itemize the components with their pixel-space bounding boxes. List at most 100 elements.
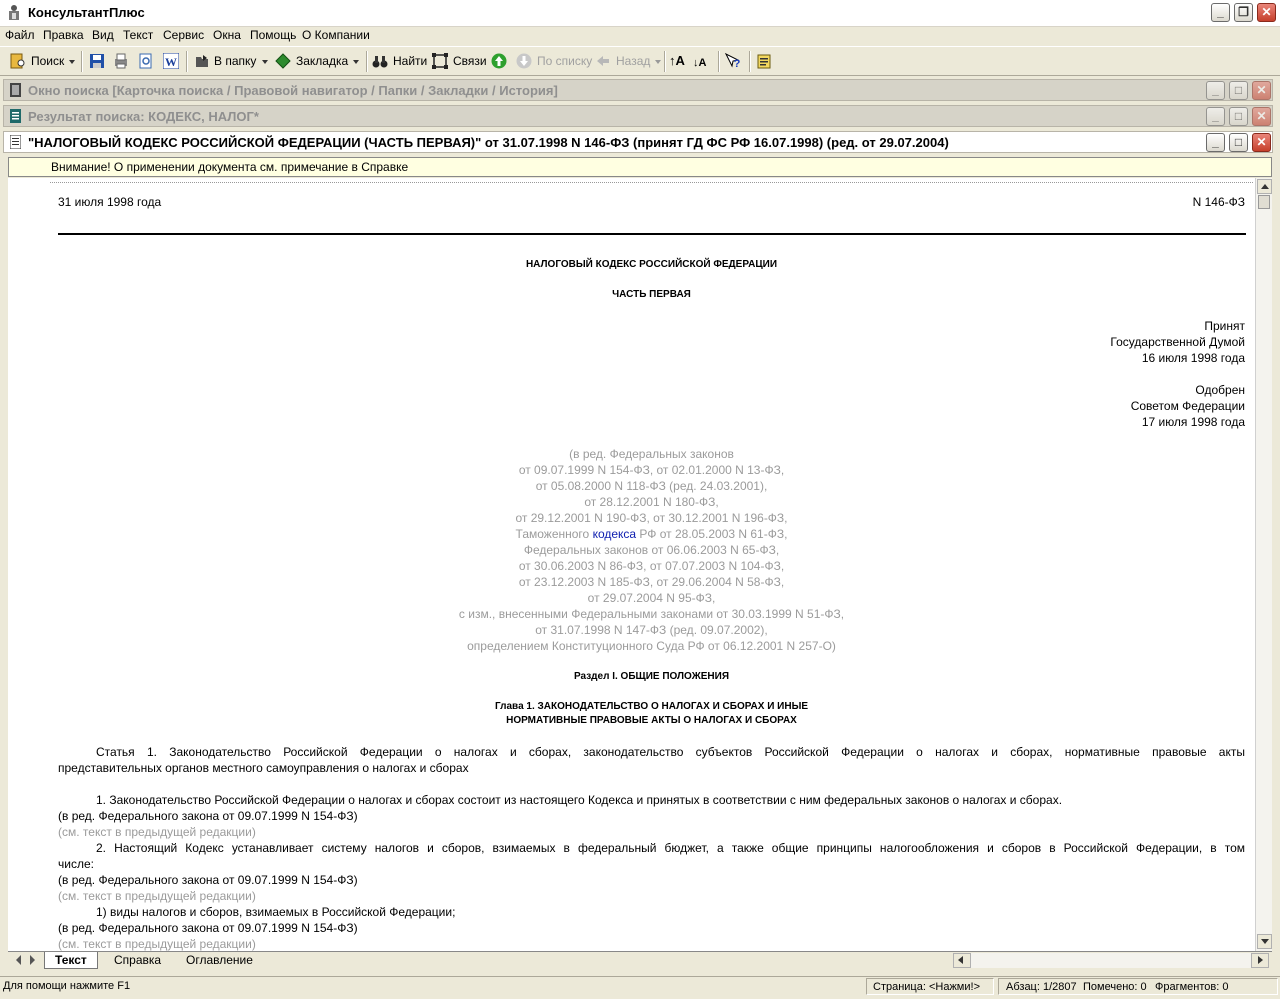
document-icon [10, 135, 21, 149]
horizontal-scrollbar[interactable] [971, 953, 1251, 968]
doc-title: НАЛОГОВЫЙ КОДЕКС РОССИЙСКОЙ ФЕДЕРАЦИИ [525, 259, 778, 270]
toolbar-separator [664, 51, 666, 72]
search-button[interactable]: Поиск [31, 52, 64, 70]
search-window-maximize[interactable]: □ [1229, 81, 1248, 100]
edition-line: определением Конституционного Суда РФ от… [467, 639, 836, 653]
menu-text[interactable]: Текст [123, 28, 153, 42]
accepted-line: Государственной Думой [1110, 335, 1245, 349]
bookmark-button[interactable]: Закладка [296, 52, 348, 70]
scroll-thumb[interactable] [1258, 195, 1270, 209]
document-titlebar[interactable]: "НАЛОГОВЫЙ КОДЕКС РОССИЙСКОЙ ФЕДЕРАЦИИ (… [3, 131, 1273, 153]
tab-reference[interactable]: Справка [104, 952, 171, 968]
status-counts-box: Абзац: 1/2807 Помечено: 0 Фрагментов: 0 [998, 978, 1278, 995]
search-result-titlebar[interactable]: Результат поиска: КОДЕКС, НАЛОГ* _ □ ✕ [3, 105, 1273, 127]
edition-reference[interactable]: (в ред. Федерального закона от 09.07.199… [58, 872, 358, 888]
app-title: КонсультантПлюс [28, 5, 145, 20]
edition-line: от 29.07.2004 N 95-ФЗ, [587, 591, 716, 605]
document-close[interactable]: ✕ [1252, 133, 1271, 152]
binoculars-icon [372, 56, 388, 68]
menu-file[interactable]: Файл [5, 28, 35, 42]
search-result-maximize[interactable]: □ [1229, 107, 1248, 126]
back-dropdown-icon[interactable] [655, 60, 661, 64]
toolbar: Поиск W В папку Закладка Найти Связи По … [0, 46, 1280, 76]
paragraph-2-cont: числе: [58, 857, 94, 871]
previous-edition-link[interactable]: (см. текст в предыдущей редакции) [58, 824, 256, 840]
forward-arrow-icon[interactable] [491, 53, 507, 69]
bottom-tab-bar: Текст Справка Оглавление [8, 951, 1272, 970]
links-button[interactable]: Связи [453, 52, 487, 70]
save-icon[interactable] [89, 53, 105, 69]
search-result-close[interactable]: ✕ [1252, 107, 1271, 126]
notice-bar[interactable]: Внимание! О применении документа см. при… [8, 157, 1272, 177]
to-folder-dropdown-icon[interactable] [262, 60, 268, 64]
approved-line: Советом Федерации [1130, 399, 1245, 413]
status-page-box[interactable]: Страница: <Нажми!> [866, 978, 994, 995]
document-title: "НАЛОГОВЫЙ КОДЕКС РОССИЙСКОЙ ФЕДЕРАЦИИ (… [28, 135, 949, 150]
edition-line: Федеральных законов от 06.06.2003 N 65-Ф… [523, 543, 780, 557]
hscroll-right-button[interactable] [1251, 953, 1269, 968]
menu-service[interactable]: Сервис [163, 28, 204, 42]
search-result-title: Результат поиска: КОДЕКС, НАЛОГ* [28, 109, 259, 124]
preview-icon[interactable] [138, 53, 154, 69]
search-window-close[interactable]: ✕ [1252, 81, 1271, 100]
edition-line: с изм., внесенными Федеральными законами… [458, 607, 845, 621]
edition-line-customs: Таможенного кодекса РФ от 28.05.2003 N 6… [58, 526, 1245, 542]
customs-code-link[interactable]: кодекса [593, 527, 637, 541]
tab-scroll-left-icon[interactable] [16, 955, 21, 965]
bookmark-dropdown-icon[interactable] [353, 60, 359, 64]
hscroll-left-icon [958, 956, 963, 964]
context-help-icon[interactable]: ? [725, 53, 741, 69]
document-minimize[interactable]: _ [1206, 133, 1225, 152]
menu-windows[interactable]: Окна [213, 28, 241, 42]
font-decrease-icon[interactable]: ↓A [693, 54, 706, 72]
previous-edition-link[interactable]: (см. текст в предыдущей редакции) [58, 888, 256, 904]
minimize-button[interactable]: _ [1211, 3, 1230, 22]
vertical-scrollbar[interactable] [1255, 178, 1272, 951]
toolbar-separator [749, 51, 751, 72]
scroll-down-icon [1261, 939, 1269, 944]
by-list-button[interactable]: По списку [537, 52, 592, 70]
document-maximize[interactable]: □ [1229, 133, 1248, 152]
print-icon[interactable] [113, 53, 129, 69]
menu-view[interactable]: Вид [92, 28, 114, 42]
menu-help[interactable]: Помощь [250, 28, 296, 42]
to-folder-button[interactable]: В папку [214, 52, 256, 70]
back-arrow-icon [597, 56, 609, 66]
scroll-up-button[interactable] [1257, 179, 1272, 194]
notes-icon[interactable] [756, 53, 772, 69]
menu-about[interactable]: О Компании [302, 28, 370, 42]
customs-prefix: Таможенного [515, 527, 593, 541]
edition-reference[interactable]: (в ред. Федерального закона от 09.07.199… [58, 920, 358, 936]
approved-line: Одобрен [1195, 383, 1245, 397]
tab-text[interactable]: Текст [44, 952, 98, 969]
restore-button[interactable]: ❐ [1234, 3, 1253, 22]
edition-line: от 23.12.2003 N 185-ФЗ, от 29.06.2004 N … [518, 575, 785, 589]
font-increase-icon[interactable]: ↑A [669, 52, 685, 70]
search-dropdown-icon[interactable] [69, 60, 75, 64]
tab-contents[interactable]: Оглавление [176, 952, 263, 968]
back-button[interactable]: Назад [616, 52, 650, 70]
edition-line: от 29.12.2001 N 190-ФЗ, от 30.12.2001 N … [515, 511, 788, 525]
edition-line: от 09.07.1999 N 154-ФЗ, от 02.01.2000 N … [518, 463, 785, 477]
restore-icon: ❐ [1238, 5, 1249, 19]
word-export-icon[interactable]: W [163, 53, 179, 69]
search-window-title: Окно поиска [Карточка поиска / Правовой … [28, 83, 558, 98]
search-window-minimize[interactable]: _ [1206, 81, 1225, 100]
accepted-line: Принят [1204, 319, 1245, 333]
search-result-minimize[interactable]: _ [1206, 107, 1225, 126]
previous-edition-link[interactable]: (см. текст в предыдущей редакции) [58, 936, 256, 951]
hscroll-left-button[interactable] [953, 953, 971, 968]
menu-edit[interactable]: Правка [43, 28, 84, 42]
close-button[interactable]: ✕ [1257, 3, 1276, 22]
document-pane[interactable]: 31 июля 1998 года N 146-ФЗ НАЛОГОВЫЙ КОД… [8, 178, 1255, 951]
accepted-line: 16 июля 1998 года [1141, 351, 1245, 365]
close-icon: ✕ [1261, 5, 1272, 19]
find-button[interactable]: Найти [393, 52, 427, 70]
chapter-heading: НОРМАТИВНЫЕ ПРАВОВЫЕ АКТЫ О НАЛОГАХ И СБ… [506, 715, 797, 726]
search-window-titlebar[interactable]: Окно поиска [Карточка поиска / Правовой … [3, 79, 1273, 101]
scroll-down-button[interactable] [1257, 934, 1272, 949]
approved-line: 17 июля 1998 года [1141, 415, 1245, 429]
links-icon [432, 53, 448, 69]
edition-reference[interactable]: (в ред. Федерального закона от 09.07.199… [58, 808, 358, 824]
tab-scroll-right-icon[interactable] [30, 955, 35, 965]
